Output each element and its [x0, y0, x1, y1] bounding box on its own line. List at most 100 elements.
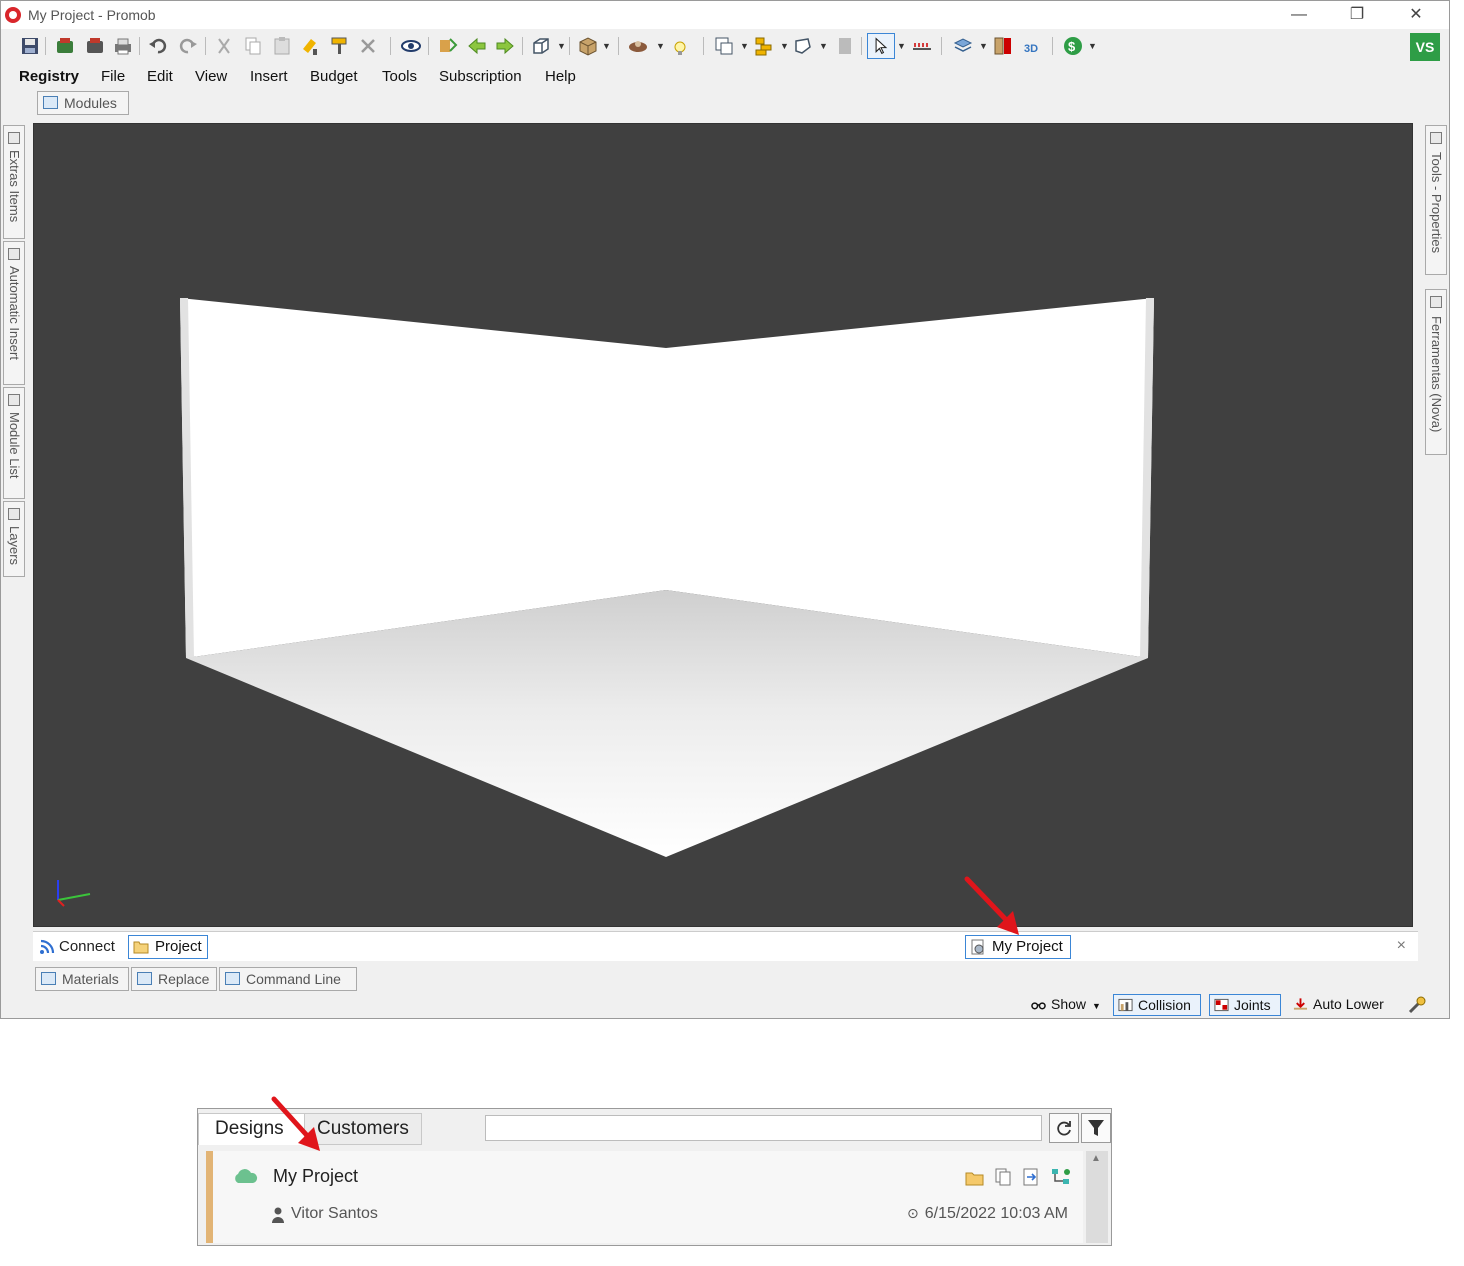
layers-icon[interactable]	[952, 35, 974, 57]
menu-file[interactable]: File	[101, 68, 125, 85]
light-bulb-icon[interactable]	[670, 35, 692, 57]
side-tab-extras-items[interactable]: Extras Items	[3, 125, 25, 239]
filter-icon	[1088, 1120, 1104, 1136]
delete-icon[interactable]	[357, 35, 379, 57]
side-tab-automatic-insert[interactable]: Automatic Insert	[3, 241, 25, 385]
auto-lower-toggle[interactable]: Auto Lower	[1289, 994, 1399, 1016]
side-tab-layers[interactable]: Layers	[3, 501, 25, 577]
filter-button[interactable]	[1081, 1113, 1111, 1143]
rotate-icon[interactable]	[437, 35, 459, 57]
room-scene	[57, 298, 1154, 907]
tab-connect[interactable]: Connect	[37, 936, 115, 958]
move-right-icon[interactable]	[494, 35, 516, 57]
side-tab-ferramentas-nova[interactable]: Ferramentas (Nova)	[1425, 289, 1447, 455]
folder-icon	[133, 941, 149, 954]
brush-icon[interactable]	[328, 35, 350, 57]
cut-icon[interactable]	[213, 35, 235, 57]
menu-subscription[interactable]: Subscription	[439, 68, 522, 85]
side-tab-tools-properties-label: Tools - Properties	[1429, 152, 1444, 254]
menu-help[interactable]: Help	[545, 68, 576, 85]
wrench-icon[interactable]	[1407, 996, 1427, 1014]
window-title: My Project - Promob	[28, 7, 156, 23]
close-button[interactable]: ✕	[1387, 1, 1445, 29]
tab-materials[interactable]: Materials	[35, 967, 129, 991]
minimize-button[interactable]: —	[1270, 1, 1328, 29]
refresh-icon	[1057, 1121, 1071, 1136]
duplicate-icon[interactable]	[994, 1167, 1012, 1187]
view-3d-icon[interactable]	[530, 35, 552, 57]
export-icon[interactable]	[1022, 1167, 1040, 1187]
shape-icon[interactable]	[792, 35, 814, 57]
side-tab-module-list[interactable]: Module List	[3, 387, 25, 499]
tab-project-label: Project	[155, 938, 202, 955]
tab-replace[interactable]: Replace	[131, 967, 217, 991]
budget-icon[interactable]: $	[1062, 35, 1084, 57]
library-icon[interactable]	[54, 35, 76, 57]
user-avatar[interactable]: VS	[1410, 33, 1440, 61]
menu-edit[interactable]: Edit	[147, 68, 173, 85]
show-label: Show	[1051, 996, 1087, 1012]
design-date: ⊙ 6/15/2022 10:03 AM	[907, 1205, 1068, 1223]
3d-viewport[interactable]	[33, 123, 1413, 927]
tab-modules[interactable]: Modules	[37, 91, 129, 115]
replace-icon	[137, 972, 152, 985]
auto-lower-icon	[1293, 998, 1308, 1010]
clock-icon: ⊙	[907, 1205, 919, 1221]
tab-command-line-label: Command Line	[246, 971, 341, 987]
tab-project[interactable]: Project	[128, 935, 208, 959]
door-icon[interactable]	[992, 35, 1014, 57]
search-input[interactable]	[485, 1115, 1042, 1141]
design-name: My Project	[273, 1166, 359, 1186]
panel-icon[interactable]	[834, 35, 856, 57]
move-left-icon[interactable]	[466, 35, 488, 57]
collision-toggle[interactable]: Collision	[1113, 994, 1201, 1016]
menu-registry[interactable]: Registry	[19, 68, 79, 85]
menu-view[interactable]: View	[195, 68, 227, 85]
undo-icon[interactable]	[147, 35, 169, 57]
select-tool-button[interactable]	[867, 33, 895, 59]
joints-toggle[interactable]: Joints	[1209, 994, 1281, 1016]
refresh-button[interactable]	[1049, 1113, 1079, 1143]
box-icon[interactable]	[577, 35, 599, 57]
tab-materials-label: Materials	[62, 971, 119, 987]
3d-icon[interactable]: 3D	[1021, 35, 1043, 57]
paste-icon[interactable]	[271, 35, 293, 57]
layout-icon[interactable]	[713, 35, 735, 57]
auto-lower-label: Auto Lower	[1313, 996, 1384, 1012]
side-tab-extras-items-label: Extras Items	[7, 150, 22, 223]
measure-icon[interactable]	[911, 35, 933, 57]
render-icon[interactable]	[627, 35, 649, 57]
redo-icon[interactable]	[177, 35, 199, 57]
side-tab-module-list-label: Module List	[7, 412, 22, 479]
cloud-icon	[235, 1169, 258, 1183]
restore-button[interactable]: ❐	[1328, 1, 1386, 29]
menu-insert[interactable]: Insert	[250, 68, 288, 85]
show-dropdown[interactable]: Show ▼	[1027, 994, 1107, 1016]
list-scrollbar[interactable]: ▲	[1086, 1151, 1108, 1243]
share-icon[interactable]	[1050, 1167, 1072, 1187]
side-tab-ferramentas-nova-label: Ferramentas (Nova)	[1429, 316, 1444, 433]
group-icon[interactable]	[753, 35, 775, 57]
design-list-item[interactable]: My Project Vitor Santos ⊙ 6/15/2022 10:03…	[206, 1151, 1083, 1243]
axis-gizmo-icon	[57, 880, 91, 907]
view-icon[interactable]	[400, 35, 422, 57]
design-owner: Vitor Santos	[291, 1205, 378, 1222]
side-tab-layers-label: Layers	[7, 526, 22, 566]
tab-command-line[interactable]: Command Line	[219, 967, 357, 991]
cursor-icon	[875, 37, 888, 55]
save-icon[interactable]	[19, 35, 41, 57]
scroll-up-icon[interactable]: ▲	[1091, 1153, 1101, 1164]
paint-icon[interactable]	[299, 35, 321, 57]
menu-tools[interactable]: Tools	[382, 68, 417, 85]
open-folder-icon[interactable]	[965, 1169, 985, 1187]
copy-icon[interactable]	[242, 35, 264, 57]
extras-icon	[8, 132, 20, 144]
side-tab-tools-properties[interactable]: Tools - Properties	[1425, 125, 1447, 275]
close-document-button[interactable]: ×	[1397, 937, 1406, 955]
title-bar: My Project - Promob — ❐ ✕	[1, 1, 1449, 29]
menu-budget[interactable]: Budget	[310, 68, 358, 85]
collision-icon	[1118, 998, 1133, 1012]
store-icon[interactable]	[84, 35, 106, 57]
toolbar: ▼ ▼ ▼ ▼ ▼ ▼ ▼ ▼ 3D $ ▼ VS	[1, 31, 1449, 61]
print-icon[interactable]	[112, 35, 134, 57]
